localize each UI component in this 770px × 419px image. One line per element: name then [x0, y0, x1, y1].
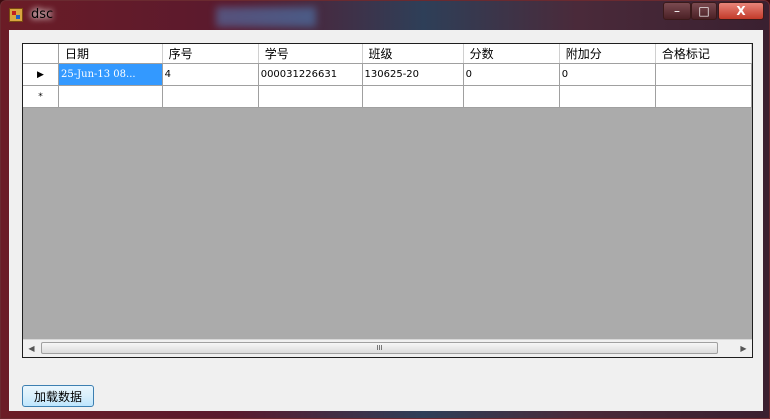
form-client-area: 日期 序号 学号 班级 分数 附加分 合格标记 ▶ 25-Jun-13 08..…	[9, 30, 763, 411]
minimize-icon: –	[674, 4, 680, 18]
new-cell-date[interactable]	[58, 85, 163, 108]
data-grid[interactable]: 日期 序号 学号 班级 分数 附加分 合格标记 ▶ 25-Jun-13 08..…	[22, 43, 753, 358]
cell-bonus[interactable]: 0	[559, 63, 656, 86]
new-cell-pass-flag[interactable]	[655, 85, 753, 108]
horizontal-scrollbar[interactable]: ◀ III ▶	[23, 339, 752, 357]
column-header-seq[interactable]: 序号	[162, 44, 259, 64]
new-cell-class[interactable]	[362, 85, 464, 108]
title-glow	[216, 7, 316, 27]
top-left-header-cell[interactable]	[23, 44, 60, 64]
cell-date[interactable]: 25-Jun-13 08...	[58, 63, 163, 86]
cell-pass-flag[interactable]	[655, 63, 753, 86]
new-cell-seq[interactable]	[162, 85, 259, 108]
column-header-pass-flag[interactable]: 合格标记	[655, 44, 753, 64]
close-icon: X	[736, 4, 746, 18]
new-cell-score[interactable]	[463, 85, 560, 108]
column-header-student-id[interactable]: 学号	[258, 44, 363, 64]
scroll-left-icon[interactable]: ◀	[23, 340, 40, 357]
maximize-button[interactable]: □	[691, 2, 717, 20]
new-cell-bonus[interactable]	[559, 85, 656, 108]
title-bar[interactable]: dsc – □ X	[1, 1, 769, 30]
grid-table: 日期 序号 学号 班级 分数 附加分 合格标记 ▶ 25-Jun-13 08..…	[23, 44, 753, 108]
column-header-score[interactable]: 分数	[463, 44, 560, 64]
close-button[interactable]: X	[718, 2, 764, 20]
load-data-button[interactable]: 加载数据	[22, 385, 94, 407]
table-row[interactable]: ▶ 25-Jun-13 08... 4 000031226631 130625-…	[23, 63, 753, 86]
cell-seq[interactable]: 4	[162, 63, 259, 86]
minimize-button[interactable]: –	[663, 2, 691, 20]
new-cell-student-id[interactable]	[258, 85, 363, 108]
app-icon[interactable]	[9, 8, 23, 22]
new-row[interactable]: *	[23, 85, 753, 108]
cell-class[interactable]: 130625-20	[362, 63, 464, 86]
app-window: dsc – □ X 日期 序号 学号 班级 分数 附加分 合格标记 ▶ 25-J…	[0, 0, 770, 419]
maximize-icon: □	[698, 4, 710, 18]
new-row-icon[interactable]: *	[23, 85, 60, 108]
current-row-indicator-icon[interactable]: ▶	[23, 63, 60, 86]
column-header-date[interactable]: 日期	[58, 44, 163, 64]
cell-score[interactable]: 0	[463, 63, 560, 86]
column-header-bonus[interactable]: 附加分	[559, 44, 656, 64]
grip-icon: III	[376, 344, 383, 352]
cell-student-id[interactable]: 000031226631	[258, 63, 363, 86]
scroll-right-icon[interactable]: ▶	[735, 340, 752, 357]
window-title: dsc	[31, 7, 54, 22]
column-header-class[interactable]: 班级	[362, 44, 464, 64]
header-row: 日期 序号 学号 班级 分数 附加分 合格标记	[23, 44, 753, 64]
scroll-thumb[interactable]: III	[41, 342, 718, 354]
